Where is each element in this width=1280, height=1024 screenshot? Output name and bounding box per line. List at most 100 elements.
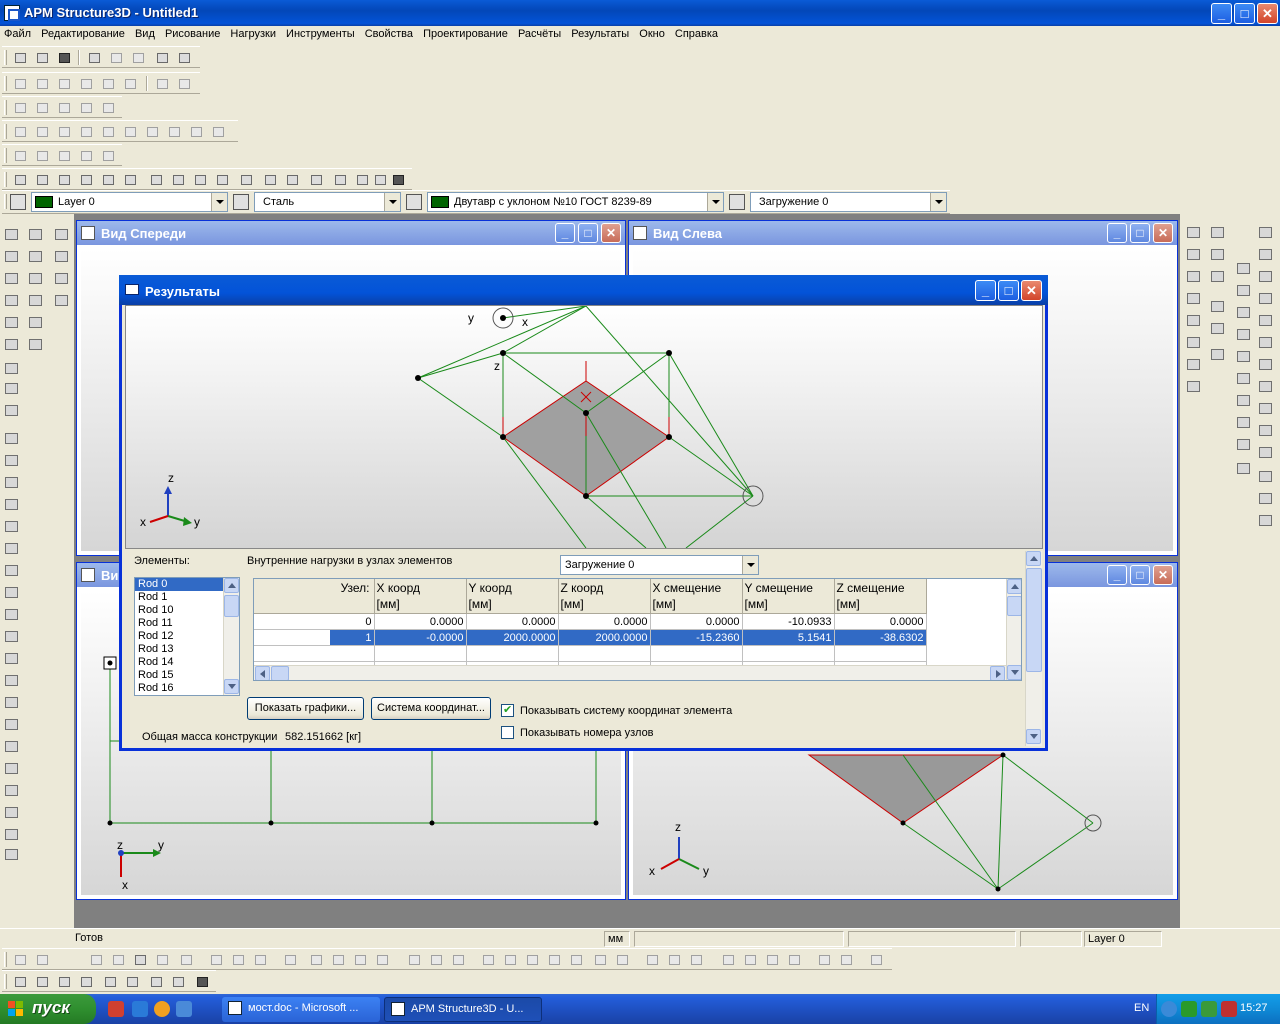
toolbar-grip[interactable]: [4, 974, 7, 989]
column-header-x-disp[interactable]: X смещение [мм]: [650, 579, 743, 614]
pin-icon[interactable]: [1256, 224, 1274, 240]
line-icon[interactable]: [2, 430, 20, 446]
show-node-numbers-checkbox[interactable]: [501, 726, 514, 739]
quicklaunch-app-icon[interactable]: [108, 1001, 124, 1017]
scroll-thumb[interactable]: [271, 666, 289, 680]
load6-icon[interactable]: [614, 952, 630, 967]
scroll-down-icon[interactable]: [1026, 729, 1041, 744]
element-numbers-icon[interactable]: [1184, 246, 1202, 262]
chevron-down-icon[interactable]: [930, 193, 946, 211]
divide-icon[interactable]: [2, 694, 20, 710]
force-icon[interactable]: [12, 172, 28, 187]
box6-icon[interactable]: [838, 952, 854, 967]
plate-layer3-icon[interactable]: [1234, 304, 1252, 320]
node-numbers-icon[interactable]: [1184, 224, 1202, 240]
frame-select-icon[interactable]: [52, 292, 70, 308]
add-load-icon[interactable]: [1208, 298, 1226, 314]
menu-edit[interactable]: Редактирование: [37, 26, 128, 40]
beam-view-icon[interactable]: [1256, 290, 1274, 306]
beam6-icon[interactable]: [124, 974, 140, 989]
zoom-out-icon[interactable]: [122, 124, 138, 139]
array-icon[interactable]: [2, 738, 20, 754]
menu-window[interactable]: Окно: [635, 26, 668, 40]
view-top-icon[interactable]: [56, 124, 72, 139]
frame-load8-icon[interactable]: [1256, 512, 1274, 528]
table-cell[interactable]: 0.0000: [466, 613, 559, 630]
square-plate-icon[interactable]: [2, 562, 20, 578]
redo-icon[interactable]: [176, 50, 192, 65]
point-icon[interactable]: [12, 952, 28, 967]
tray-antivirus-icon[interactable]: [1221, 1001, 1237, 1017]
shape1-icon[interactable]: [308, 952, 324, 967]
frame-load5-icon[interactable]: [1256, 444, 1274, 460]
plate-layer4-icon[interactable]: [1234, 326, 1252, 342]
hinge-support-icon[interactable]: [262, 172, 278, 187]
spring-support-icon[interactable]: [308, 172, 324, 187]
box2-icon[interactable]: [742, 952, 758, 967]
minus-icon[interactable]: [868, 952, 884, 967]
hammer-icon[interactable]: [52, 270, 70, 286]
tray-network-icon[interactable]: [1181, 1001, 1197, 1017]
show-coord-system-checkbox[interactable]: [501, 703, 514, 717]
layer2-icon[interactable]: [666, 952, 682, 967]
polygon-plate-icon[interactable]: [2, 584, 20, 600]
tray-arrow-icon[interactable]: [1161, 1001, 1177, 1017]
curve-icon[interactable]: [2, 336, 20, 352]
column-header-z-disp[interactable]: Z смещение [мм]: [834, 579, 927, 614]
frame-load7-icon[interactable]: [1256, 490, 1274, 506]
save-icon[interactable]: [56, 50, 72, 65]
select-icon[interactable]: [2, 226, 20, 242]
snap-end-icon[interactable]: [100, 76, 116, 91]
magic-wand-icon[interactable]: [2, 402, 20, 418]
table-cell[interactable]: -38.6302: [834, 629, 927, 646]
beam8-icon[interactable]: [170, 974, 186, 989]
arrow-right-icon[interactable]: [1256, 334, 1274, 350]
support-view-icon[interactable]: [1256, 246, 1274, 262]
print-preview-icon[interactable]: [2, 804, 20, 820]
shape4-icon[interactable]: [374, 952, 390, 967]
scroll-up-icon[interactable]: [1026, 551, 1041, 566]
link-icon[interactable]: [208, 952, 224, 967]
roller-support-icon[interactable]: [284, 172, 300, 187]
taskbar-item-apm[interactable]: APM Structure3D - U...: [384, 997, 542, 1022]
pointer-icon[interactable]: [2, 270, 20, 286]
load3-icon[interactable]: [546, 952, 562, 967]
mesh-icon[interactable]: [78, 148, 94, 163]
crosshair-icon[interactable]: [154, 76, 170, 91]
eraser-icon[interactable]: [282, 952, 298, 967]
node-results-grid[interactable]: Узел: X коорд [мм] Y коорд [мм] Z коорд …: [253, 578, 1022, 681]
scroll-up-icon[interactable]: [1007, 579, 1021, 594]
app-icon[interactable]: [4, 5, 20, 21]
beam7-icon[interactable]: [148, 974, 164, 989]
table-cell[interactable]: 5.1541: [742, 629, 835, 646]
results-minimize-button[interactable]: _: [975, 280, 996, 301]
mesh-view-icon[interactable]: [1184, 356, 1202, 372]
fixed-view-icon[interactable]: [1256, 268, 1274, 284]
toolbar-grip[interactable]: [4, 76, 7, 91]
revolve-icon[interactable]: [2, 628, 20, 644]
ortho-icon[interactable]: [176, 76, 192, 91]
view-iso-minimize[interactable]: _: [1107, 565, 1127, 585]
pan-icon[interactable]: [144, 124, 160, 139]
grid-vertical-scrollbar[interactable]: [1006, 579, 1021, 680]
section-view-icon[interactable]: [1184, 268, 1202, 284]
brush-icon[interactable]: [230, 952, 246, 967]
house-icon[interactable]: [26, 292, 44, 308]
menu-view[interactable]: Вид: [131, 26, 158, 40]
table-cell[interactable]: -0.0000: [374, 629, 467, 646]
toolbar-grip[interactable]: [4, 100, 7, 115]
toolbar-grip[interactable]: [4, 194, 7, 209]
acceleration-icon[interactable]: [354, 172, 370, 187]
check-icon[interactable]: [2, 826, 20, 842]
layers-icon[interactable]: [10, 194, 26, 210]
select-element-icon[interactable]: [26, 248, 44, 264]
scroll-up-icon[interactable]: [224, 578, 239, 593]
menu-loads[interactable]: Нагрузки: [226, 26, 279, 40]
plate-view-icon[interactable]: [1208, 224, 1226, 240]
select-node-icon[interactable]: [2, 248, 20, 264]
scissors-icon[interactable]: [2, 846, 20, 862]
plate-layer8-icon[interactable]: [1234, 414, 1252, 430]
plate-layer6-icon[interactable]: [1234, 370, 1252, 386]
box4-icon[interactable]: [786, 952, 802, 967]
mesh-pattern-icon[interactable]: [52, 248, 70, 264]
